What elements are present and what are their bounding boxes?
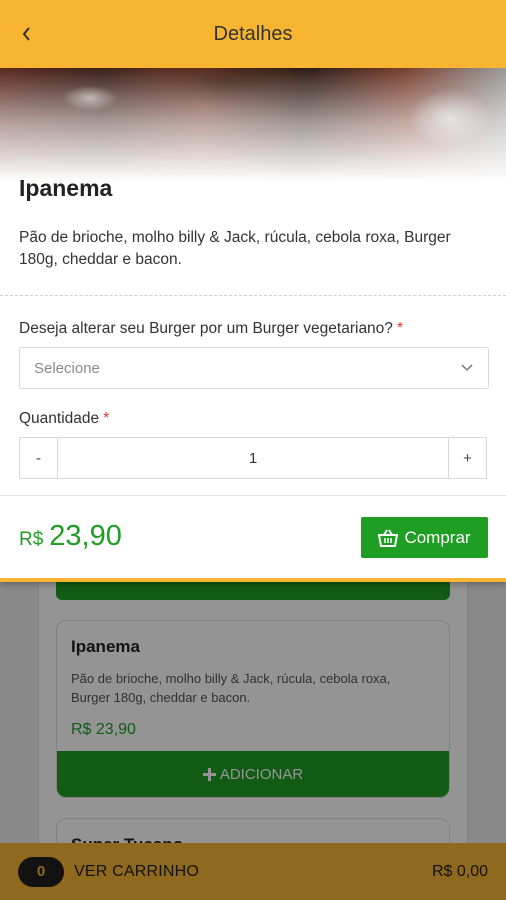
header: Detalhes	[0, 0, 506, 68]
vegetarian-option-select[interactable]: Selecione	[19, 347, 489, 389]
product-image	[0, 68, 506, 188]
buy-button-label: Comprar	[404, 527, 471, 547]
product-name: Ipanema	[19, 175, 113, 201]
increment-button[interactable]: +	[449, 438, 486, 478]
quantity-label-text: Quantidade	[19, 410, 100, 427]
basket-icon	[378, 528, 399, 547]
vegetarian-option-text: Deseja alterar seu Burger por um Burger …	[19, 320, 393, 337]
chevron-down-icon	[460, 361, 474, 375]
required-mark: *	[396, 320, 403, 337]
price-currency: R$	[19, 529, 44, 550]
select-value: Selecione	[34, 359, 100, 377]
quantity-label: Quantidade *	[19, 410, 109, 428]
chevron-left-icon[interactable]	[14, 20, 38, 48]
price-value: 23,90	[49, 520, 122, 552]
vegetarian-option-label: Deseja alterar seu Burger por um Burger …	[19, 320, 403, 338]
quantity-input[interactable]: 1	[57, 438, 449, 478]
footer-divider	[0, 495, 506, 496]
divider	[0, 295, 506, 296]
required-mark: *	[103, 410, 110, 427]
product-description: Pão de brioche, molho billy & Jack, rúcu…	[19, 229, 451, 268]
buy-button[interactable]: Comprar	[361, 517, 488, 558]
quantity-stepper: - 1 +	[19, 437, 487, 479]
page-title: Detalhes	[213, 22, 293, 45]
product-details-modal: Detalhes Ipanema Pão de brioche, molho b…	[0, 0, 506, 582]
product-price: R$ 23,90	[19, 520, 122, 553]
decrement-button[interactable]: -	[20, 438, 57, 478]
